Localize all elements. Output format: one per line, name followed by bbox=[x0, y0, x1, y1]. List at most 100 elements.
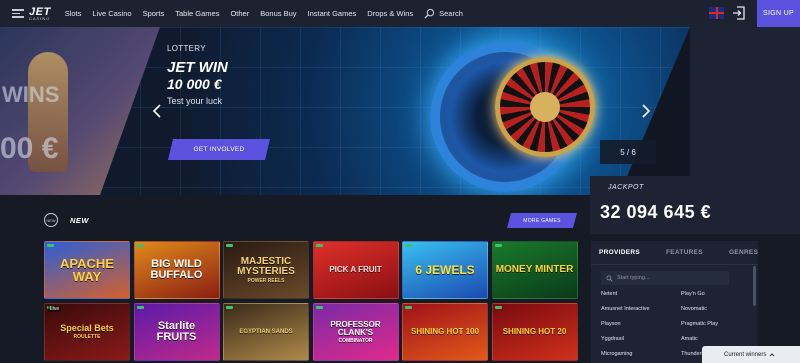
game-tile[interactable]: MAJESTIC MYSTERIES POWER REELS bbox=[223, 241, 309, 299]
provider-item[interactable]: Novomatic bbox=[681, 306, 751, 312]
current-winners-toggle[interactable]: Current winners bbox=[702, 346, 800, 363]
game-tile[interactable]: APACHE WAY bbox=[44, 241, 130, 299]
jackpot-amount: 32 094 645 € bbox=[600, 202, 712, 222]
live-badge: Live bbox=[48, 306, 62, 312]
roulette-wheel-illustration bbox=[495, 57, 595, 157]
new-tag-icon bbox=[47, 244, 54, 247]
search-icon bbox=[424, 8, 435, 19]
new-tag-icon bbox=[405, 306, 412, 309]
game-title: Starlite FRUITS bbox=[156, 320, 197, 343]
nav-item-sports[interactable]: Sports bbox=[143, 9, 165, 18]
logo[interactable]: JET CASINO bbox=[29, 6, 51, 21]
game-tile[interactable]: BIG WILD BUFFALO bbox=[133, 241, 220, 299]
game-title: PROFESSOR CLANK'S bbox=[330, 319, 381, 337]
game-tile[interactable]: 6 JEWELS bbox=[402, 241, 488, 299]
new-tag-icon bbox=[405, 244, 412, 247]
game-title: PICK A FRUIT bbox=[329, 265, 382, 274]
game-subtitle: ROULETTE bbox=[73, 334, 101, 340]
login-icon[interactable] bbox=[732, 6, 746, 20]
nav-item-table-games[interactable]: Table Games bbox=[175, 9, 219, 18]
games-grid: APACHE WAY BIG WILD BUFFALO MAJESTIC MYSTE… bbox=[44, 241, 578, 361]
nav-item-live-casino[interactable]: Live Casino bbox=[92, 9, 131, 18]
logo-sub: CASINO bbox=[29, 15, 51, 21]
nav-item-drops-wins[interactable]: Drops & Wins bbox=[367, 9, 413, 18]
provider-item[interactable]: Microgaming bbox=[601, 351, 681, 357]
provider-list-scrollbar[interactable] bbox=[753, 266, 756, 306]
tab-providers[interactable]: PROVIDERS bbox=[599, 249, 640, 256]
new-tag-icon bbox=[315, 244, 323, 247]
game-title: MONEY MINTER bbox=[495, 264, 574, 275]
carousel-next-icon[interactable] bbox=[641, 104, 651, 118]
new-tag-icon bbox=[315, 306, 323, 309]
provider-item[interactable]: Play'n Go bbox=[681, 291, 751, 297]
game-subtitle: COMBINATOR bbox=[338, 337, 373, 344]
peek-text-bottom: 00 € bbox=[0, 132, 59, 165]
providers-panel: PROVIDERS FEATURES GENRES Start typing... … bbox=[591, 241, 758, 363]
peek-text-top: WINS bbox=[2, 82, 60, 107]
new-tag-icon bbox=[136, 244, 144, 247]
nav-item-slots[interactable]: Slots bbox=[65, 9, 82, 18]
provider-item[interactable]: Pragmatic Play bbox=[681, 321, 751, 327]
new-tag-icon bbox=[494, 244, 502, 247]
hero-subtitle: Test your luck bbox=[167, 96, 223, 106]
hero-text: LOTTERY JET WIN 10 000 € Test your luck bbox=[167, 44, 228, 106]
game-title: EGYPTIAN SANDS bbox=[239, 329, 293, 335]
game-title: BIG WILD BUFFALO bbox=[150, 258, 203, 281]
provider-item[interactable]: Netent bbox=[601, 291, 681, 297]
section-title: NEW bbox=[70, 216, 89, 225]
provider-search-input[interactable]: Start typing... bbox=[601, 271, 729, 285]
search-label: Search bbox=[439, 9, 463, 18]
game-tile[interactable]: PICK A FRUIT bbox=[312, 241, 399, 299]
tab-genres[interactable]: GENRES bbox=[729, 249, 758, 256]
game-title: SHINING HOT 100 bbox=[410, 327, 479, 336]
hero-title-line2: 10 000 € bbox=[167, 76, 222, 92]
nav-item-other[interactable]: Other bbox=[230, 9, 249, 18]
game-title: Special Bets bbox=[60, 323, 114, 333]
new-tag-icon bbox=[226, 306, 233, 309]
carousel-prev-icon[interactable] bbox=[152, 104, 162, 118]
new-badge-icon: NEW bbox=[44, 213, 58, 227]
tab-features[interactable]: FEATURES bbox=[666, 249, 703, 256]
hero-side-panel bbox=[690, 27, 800, 195]
game-subtitle: POWER REELS bbox=[247, 277, 285, 284]
provider-search-placeholder: Start typing... bbox=[617, 275, 650, 281]
hero-title-line1: JET WIN bbox=[167, 59, 228, 76]
game-tile[interactable]: Starlite FRUITS bbox=[133, 303, 220, 361]
uk-flag-icon[interactable] bbox=[709, 7, 724, 19]
chevron-up-icon bbox=[770, 352, 775, 356]
search-button[interactable]: Search bbox=[424, 8, 463, 19]
get-involved-button[interactable]: GET INVOLVED bbox=[168, 139, 270, 160]
game-tile[interactable]: SHINING HOT 20 bbox=[491, 303, 578, 361]
game-title: MAJESTIC MYSTERIES bbox=[237, 255, 295, 277]
provider-item[interactable]: Yggdrasil bbox=[601, 336, 681, 342]
game-title: SHINING HOT 20 bbox=[502, 327, 567, 336]
game-tile[interactable]: Live Special Bets ROULETTE bbox=[44, 303, 130, 361]
hero-category: LOTTERY bbox=[167, 44, 206, 53]
menu-icon[interactable] bbox=[12, 9, 24, 18]
main-nav: Slots Live Casino Sports Table Games Oth… bbox=[65, 9, 413, 18]
provider-item[interactable]: Amusnet Interactive bbox=[601, 306, 681, 312]
game-tile[interactable]: EGYPTIAN SANDS bbox=[223, 303, 309, 361]
current-winners-label: Current winners bbox=[724, 351, 767, 358]
game-title: APACHE WAY bbox=[60, 256, 114, 284]
more-games-button[interactable]: MORE GAMES bbox=[507, 213, 577, 228]
game-tile[interactable]: SHINING HOT 100 bbox=[402, 303, 488, 361]
game-tile[interactable]: PROFESSOR CLANK'S COMBINATOR bbox=[312, 303, 399, 361]
nav-item-instant-games[interactable]: Instant Games bbox=[308, 9, 357, 18]
jackpot-label: JACKPOT bbox=[608, 184, 644, 191]
hero-banner: WINS 00 € bbox=[0, 27, 800, 195]
new-tag-icon bbox=[136, 306, 144, 309]
new-tag-icon bbox=[494, 306, 502, 309]
search-icon bbox=[606, 274, 613, 282]
slide-counter: 5 / 6 bbox=[600, 140, 656, 164]
provider-item[interactable]: Amatic bbox=[681, 336, 751, 342]
signup-button[interactable]: SIGN UP bbox=[757, 0, 800, 27]
new-tag-icon bbox=[226, 244, 233, 247]
provider-item[interactable]: Playson bbox=[601, 321, 681, 327]
top-header: JET CASINO Slots Live Casino Sports Tabl… bbox=[0, 0, 800, 27]
game-title: 6 JEWELS bbox=[415, 263, 475, 277]
game-tile[interactable]: MONEY MINTER bbox=[491, 241, 578, 299]
nav-item-bonus-buy[interactable]: Bonus Buy bbox=[260, 9, 296, 18]
jackpot-panel: JACKPOT 32 094 645 € bbox=[590, 176, 800, 234]
filter-tabs: PROVIDERS FEATURES GENRES bbox=[591, 241, 758, 265]
